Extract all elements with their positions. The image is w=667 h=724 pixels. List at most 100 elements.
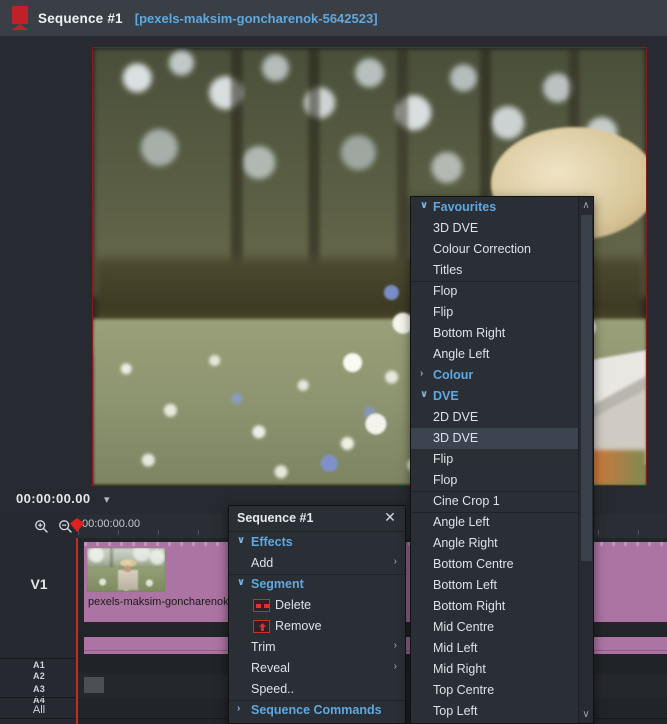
scroll-up-icon[interactable]: ∧ [579,198,593,213]
chevron-down-icon[interactable]: ∨ [420,389,428,400]
context-menu-title: Sequence #1 [237,511,314,525]
chevron-down-icon[interactable]: ∨ [237,535,245,546]
scrollbar-thumb[interactable] [581,215,592,561]
menu-item-label: Delete [275,598,312,612]
chevron-down-icon[interactable]: ▾ [104,493,110,506]
chevron-down-icon[interactable]: ∨ [420,200,428,211]
zoom-out-icon[interactable] [58,519,73,534]
effects-item-label: Mid Left [433,641,478,655]
effects-menu-list: ∨ Favourites 3D DVE Colour Correction Titles… [411,197,579,723]
sequence-context-menu[interactable]: Sequence #1 ✕ ∨ Effects Add › ∨ Segment Delete… [228,505,406,724]
chevron-down-icon[interactable]: ∨ [237,577,245,588]
effects-item-mid-right[interactable]: Mid Right [411,659,579,680]
effects-item-mid-centre[interactable]: Mid Centre [411,617,579,638]
effects-item-label: Titles [433,263,463,277]
effects-item-top-centre[interactable]: Top Centre [411,680,579,701]
effects-item-label: Bottom Centre [433,557,514,571]
effects-item-label: Colour [433,368,474,382]
effects-item-label: Top Centre [433,683,495,697]
close-icon[interactable]: ✕ [382,509,398,525]
effects-item-mid-left[interactable]: Mid Left [411,638,579,659]
effects-item-3d-dve[interactable]: 3D DVE [411,428,579,449]
chevron-right-icon[interactable]: › [394,556,397,567]
playhead-line[interactable] [76,538,78,724]
chevron-right-icon[interactable]: › [237,703,240,714]
effects-item-top-left[interactable]: Top Left [411,701,579,722]
menu-item-label: Segment [251,577,304,591]
menu-item-delete[interactable]: Delete [229,595,405,616]
track-label-v1[interactable]: V1 [0,576,78,592]
effects-item-label: Bottom Right [433,599,506,613]
track-label-a3[interactable]: A3 [0,684,78,694]
menu-item-trim[interactable]: Trim › [229,637,405,658]
effects-group-colour[interactable]: › Colour [411,365,579,386]
menu-item-label: Sequence Commands [251,703,382,717]
effects-item-label: Flip [433,305,454,319]
sequence-name: Sequence #1 [38,10,123,26]
effects-item-angle-right[interactable]: Angle Right [411,533,579,554]
effects-item-3d-dve[interactable]: 3D DVE [411,218,579,239]
effects-item-label: Flop [433,284,458,298]
clip-name-label: pexels-maksim-goncharenok- [88,596,233,608]
effects-item-label: Angle Left [433,515,490,529]
effects-item-label: Mid Right [433,662,486,676]
effects-group-favourites[interactable]: ∨ Favourites [411,197,579,218]
effects-item-flip[interactable]: Flip [411,449,579,470]
menu-item-label: Trim [251,640,276,654]
menu-item-label: Remove [275,619,322,633]
effects-item-flop[interactable]: Flop [411,281,579,302]
effects-item-angle-left[interactable]: Angle Left [411,344,579,365]
effects-item-label: 3D DVE [433,431,479,445]
effects-item-label: Cine Crop 1 [433,494,500,508]
track-label-all[interactable]: All [0,704,78,716]
effects-item-2d-dve[interactable]: 2D DVE [411,407,579,428]
all-track-block[interactable] [84,677,104,693]
menu-group-segment[interactable]: ∨ Segment [229,574,405,595]
effects-item-label: Bottom Left [433,578,497,592]
effects-item-label: 3D DVE [433,221,479,235]
effects-scrollbar[interactable]: ∧ ∨ [578,197,593,723]
remove-icon [253,620,270,633]
effects-menu[interactable]: ∨ Favourites 3D DVE Colour Correction Titles… [410,196,594,724]
chevron-right-icon[interactable]: › [420,368,423,379]
menu-group-effects[interactable]: ∨ Effects [229,532,405,553]
chevron-right-icon[interactable]: › [394,640,397,651]
menu-item-speed[interactable]: Speed.. [229,679,405,700]
effects-item-label: Favourites [433,200,497,214]
effects-item-colour-correction[interactable]: Colour Correction [411,239,579,260]
effects-item-flop[interactable]: Flop [411,470,579,491]
thumb-person-body [118,570,139,591]
effects-item-label: DVE [433,389,459,403]
effects-item-bottom-right[interactable]: Bottom Right [411,596,579,617]
menu-item-label: Add [251,556,274,570]
track-label-a1[interactable]: A1 [0,660,78,670]
effects-item-label: Angle Left [433,347,490,361]
effects-item-angle-left[interactable]: Angle Left [411,512,579,533]
effects-item-flip[interactable]: Flip [411,302,579,323]
menu-item-reveal[interactable]: Reveal › [229,658,405,679]
menu-item-add[interactable]: Add › [229,553,405,574]
effects-item-label: Mid Centre [433,620,495,634]
effects-item-bottom-right[interactable]: Bottom Right [411,323,579,344]
zoom-in-icon[interactable] [34,519,49,534]
effects-item-cine-crop-1[interactable]: Cine Crop 1 [411,491,579,512]
sequence-flag-icon [12,6,28,30]
scroll-down-icon[interactable]: ∨ [579,707,593,722]
sequence-title-bar: Sequence #1 [pexels-maksim-goncharenok-5… [0,0,667,36]
monitor-timecode[interactable]: 00:00:00.00 [16,491,91,506]
effects-item-bottom-left[interactable]: Bottom Left [411,575,579,596]
menu-group-sequence-commands[interactable]: › Sequence Commands [229,700,405,721]
menu-item-label: Speed.. [251,682,295,696]
effects-item-label: Flip [433,452,454,466]
effects-item-label: Angle Right [433,536,498,550]
menu-item-remove[interactable]: Remove [229,616,405,637]
track-label-a2[interactable]: A2 [0,671,78,681]
ruler-timecode: 00:00:00.00 [82,518,141,530]
effects-item-label: Colour Correction [433,242,531,256]
thumb-face [123,565,131,572]
chevron-right-icon[interactable]: › [394,661,397,672]
effects-item-bottom-centre[interactable]: Bottom Centre [411,554,579,575]
effects-item-titles[interactable]: Titles [411,260,579,281]
effects-group-dve[interactable]: ∨ DVE [411,386,579,407]
delete-icon [253,599,270,612]
